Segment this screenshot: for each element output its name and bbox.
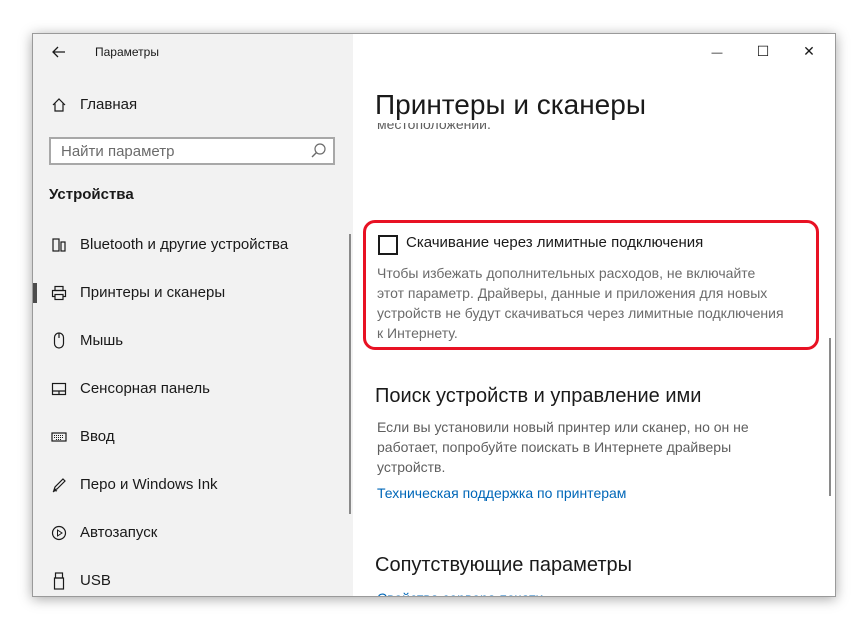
touchpad-icon [49, 379, 69, 399]
keyboard-icon [49, 427, 69, 447]
sidebar-item-label: Перо и Windows Ink [80, 476, 218, 493]
related-settings-heading: Сопутствующие параметры [375, 554, 633, 576]
sidebar: Параметры Главная Устройства [33, 34, 353, 596]
sidebar-item-pen[interactable]: Перо и Windows Ink [33, 465, 353, 505]
metered-description-line: к Интернету. [377, 325, 458, 341]
pen-icon [49, 475, 69, 495]
back-arrow-icon [52, 46, 65, 58]
sidebar-item-label: Bluetooth и другие устройства [80, 236, 289, 253]
metered-download-checkbox[interactable] [378, 235, 398, 255]
printer-icon [49, 283, 69, 303]
minimize-icon: — [711, 47, 723, 59]
minimize-button[interactable]: — [694, 38, 740, 64]
search-box[interactable] [49, 137, 335, 165]
sidebar-item-touchpad[interactable]: Сенсорная панель [33, 369, 353, 409]
home-icon [49, 95, 69, 115]
main-content: — ☐ ✕ Принтеры и сканеры местоположении.… [353, 34, 835, 596]
sidebar-item-input[interactable]: Ввод [33, 417, 353, 457]
sidebar-item-label: Автозапуск [80, 524, 158, 541]
main-scrollbar[interactable] [829, 338, 831, 496]
printer-support-link[interactable]: Техническая поддержка по принтерам [377, 485, 626, 501]
mouse-icon [49, 331, 69, 351]
sidebar-item-home[interactable]: Главная [33, 85, 353, 125]
sidebar-item-label: Мышь [80, 332, 124, 349]
sidebar-item-mouse[interactable]: Мышь [33, 321, 353, 361]
metered-description-line: Чтобы избежать дополнительных расходов, … [377, 265, 756, 281]
sidebar-item-label: Ввод [80, 428, 115, 445]
close-button[interactable]: ✕ [786, 38, 832, 64]
print-server-properties-link[interactable]: Свойства сервера печати [377, 588, 543, 596]
find-devices-text: работает, попробуйте поискать в Интернет… [377, 439, 732, 455]
sidebar-item-label: USB [80, 572, 111, 589]
metered-download-label[interactable]: Скачивание через лимитные подключения [406, 234, 703, 251]
sidebar-scrollbar[interactable] [349, 234, 351, 514]
search-input[interactable] [51, 139, 311, 163]
bluetooth-devices-icon [49, 235, 69, 255]
find-devices-heading: Поиск устройств и управление ими [375, 385, 702, 407]
sidebar-item-printers[interactable]: Принтеры и сканеры [33, 273, 353, 313]
maximize-icon: ☐ [756, 43, 770, 59]
clipped-text: местоположении. [377, 123, 491, 132]
sidebar-item-label: Главная [80, 96, 138, 113]
sidebar-item-bluetooth[interactable]: Bluetooth и другие устройства [33, 225, 353, 265]
usb-icon [49, 571, 69, 591]
page-title: Принтеры и сканеры [375, 89, 646, 120]
section-title: Устройства [49, 186, 134, 203]
find-devices-text: устройств. [377, 459, 446, 475]
sidebar-item-label: Сенсорная панель [80, 380, 210, 397]
find-devices-text: Если вы установили новый принтер или ска… [377, 419, 749, 435]
sidebar-item-autoplay[interactable]: Автозапуск [33, 513, 353, 553]
sidebar-item-label: Принтеры и сканеры [80, 284, 226, 301]
metered-description-line: устройств не будут скачиваться через лим… [377, 305, 784, 321]
back-button[interactable] [49, 42, 69, 62]
metered-description-line: этот параметр. Драйверы, данные и прилож… [377, 285, 768, 301]
sidebar-item-usb[interactable]: USB [33, 561, 353, 596]
settings-window: Параметры Главная Устройства [32, 33, 836, 597]
app-title: Параметры [95, 45, 159, 59]
search-icon [311, 143, 326, 158]
autoplay-icon [49, 523, 69, 543]
maximize-button[interactable]: ☐ [740, 38, 786, 64]
close-icon: ✕ [803, 43, 815, 59]
